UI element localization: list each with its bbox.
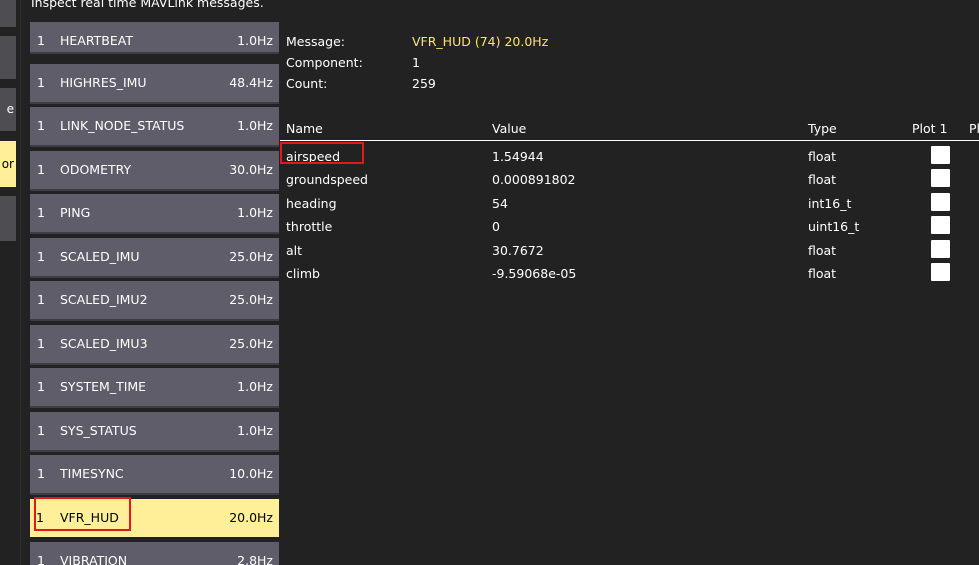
field-type: float <box>808 266 837 281</box>
message-name: VFR_HUD <box>60 510 119 525</box>
sidebar-button-2[interactable] <box>0 36 16 79</box>
message-component: 1 <box>37 466 45 481</box>
field-type: float <box>808 243 837 258</box>
message-item-scaled-imu2[interactable]: 1 SCALED_IMU2 25.0Hz <box>30 281 279 319</box>
message-rate: 10.0Hz <box>229 466 273 481</box>
message-item-vibration[interactable]: 1 VIBRATION 2.8Hz <box>30 542 279 565</box>
table-header-divider <box>280 140 979 141</box>
field-value: -9.59068e-05 <box>492 266 577 281</box>
field-value: 0 <box>492 219 500 234</box>
message-name: SYS_STATUS <box>60 423 137 438</box>
message-list: 1 HEARTBEAT 1.0Hz 1 HIGHRES_IMU 48.4Hz 1… <box>30 0 279 565</box>
message-name: ODOMETRY <box>60 162 132 177</box>
plot-1-checkbox[interactable] <box>931 240 950 258</box>
message-component: 1 <box>37 553 45 565</box>
message-label: Message: <box>286 34 345 49</box>
column-header-plot-1: Plot 1 <box>912 121 948 136</box>
message-component: 1 <box>37 118 45 133</box>
sidebar-button-mavlink-inspector[interactable]: or <box>0 141 16 187</box>
field-type: uint16_t <box>808 219 860 234</box>
message-value: VFR_HUD (74) 20.0Hz <box>412 34 549 49</box>
message-name: HIGHRES_IMU <box>60 75 147 90</box>
field-name: climb <box>286 266 320 281</box>
message-rate: 25.0Hz <box>229 292 273 307</box>
message-name: SYSTEM_TIME <box>60 379 147 394</box>
sidebar-button-5[interactable] <box>0 196 16 241</box>
message-item-vfr-hud[interactable]: 1 VFR_HUD 20.0Hz <box>30 499 279 537</box>
message-rate: 25.0Hz <box>229 336 273 351</box>
message-rate: 25.0Hz <box>229 249 273 264</box>
message-component: 1 <box>37 249 45 264</box>
message-rate: 1.0Hz <box>237 33 273 48</box>
field-value: 1.54944 <box>492 149 544 164</box>
sidebar-button-1[interactable] <box>0 0 16 27</box>
field-name: airspeed <box>286 149 341 164</box>
message-item-system-time[interactable]: 1 SYSTEM_TIME 1.0Hz <box>30 368 279 406</box>
column-header-value: Value <box>492 121 527 136</box>
field-value: 30.7672 <box>492 243 544 258</box>
count-label: Count: <box>286 76 328 91</box>
message-name: HEARTBEAT <box>60 33 133 48</box>
message-name: PING <box>60 205 91 220</box>
field-name: groundspeed <box>286 172 368 187</box>
message-component: 1 <box>37 33 45 48</box>
message-component: 1 <box>37 75 45 90</box>
message-item-sys-status[interactable]: 1 SYS_STATUS 1.0Hz <box>30 412 279 450</box>
message-detail-panel: Message: VFR_HUD (74) 20.0Hz Component: … <box>280 0 979 565</box>
message-rate: 48.4Hz <box>229 75 273 90</box>
column-header-name: Name <box>286 121 323 136</box>
message-rate: 1.0Hz <box>237 379 273 394</box>
column-header-type: Type <box>808 121 837 136</box>
message-name: VIBRATION <box>60 553 128 565</box>
plot-1-checkbox[interactable] <box>931 193 950 211</box>
sidebar-divider <box>20 0 21 565</box>
message-name: LINK_NODE_STATUS <box>60 118 185 133</box>
message-rate: 20.0Hz <box>229 510 273 525</box>
message-item-scaled-imu[interactable]: 1 SCALED_IMU 25.0Hz <box>30 238 279 276</box>
message-name: TIMESYNC <box>60 466 124 481</box>
count-value: 259 <box>412 76 436 91</box>
column-header-plot-2: Pl <box>969 121 979 136</box>
message-rate: 2.8Hz <box>237 553 273 565</box>
message-rate: 30.0Hz <box>229 162 273 177</box>
field-name: alt <box>286 243 303 258</box>
plot-1-checkbox[interactable] <box>931 146 950 164</box>
field-type: float <box>808 149 837 164</box>
component-value: 1 <box>412 55 420 70</box>
message-rate: 1.0Hz <box>237 118 273 133</box>
sidebar-button-3[interactable]: e <box>0 88 16 131</box>
plot-1-checkbox[interactable] <box>931 216 950 234</box>
sidebar: e or <box>0 0 17 565</box>
component-label: Component: <box>286 55 363 70</box>
message-rate: 1.0Hz <box>237 205 273 220</box>
plot-1-checkbox[interactable] <box>931 169 950 187</box>
message-item-link-node-status[interactable]: 1 LINK_NODE_STATUS 1.0Hz <box>30 107 279 145</box>
message-component: 1 <box>37 205 45 220</box>
message-component: 1 <box>37 379 45 394</box>
field-value: 0.000891802 <box>492 172 576 187</box>
message-component: 1 <box>37 162 45 177</box>
message-name: SCALED_IMU3 <box>60 336 148 351</box>
plot-1-checkbox[interactable] <box>931 263 950 281</box>
field-type: float <box>808 172 837 187</box>
message-item-ping[interactable]: 1 PING 1.0Hz <box>30 194 279 232</box>
field-name: heading <box>286 196 337 211</box>
message-component: 1 <box>36 510 44 525</box>
message-component: 1 <box>37 336 45 351</box>
message-rate: 1.0Hz <box>237 423 273 438</box>
message-name: SCALED_IMU2 <box>60 292 148 307</box>
message-item-highres-imu[interactable]: 1 HIGHRES_IMU 48.4Hz <box>30 64 279 102</box>
field-value: 54 <box>492 196 508 211</box>
message-component: 1 <box>37 292 45 307</box>
field-type: int16_t <box>808 196 852 211</box>
message-name: SCALED_IMU <box>60 249 140 264</box>
message-item-heartbeat[interactable]: 1 HEARTBEAT 1.0Hz <box>30 22 279 52</box>
message-item-timesync[interactable]: 1 TIMESYNC 10.0Hz <box>30 455 279 493</box>
message-component: 1 <box>37 423 45 438</box>
mavlink-inspector-page: e or Inspect real time MAVLink messages.… <box>0 0 979 565</box>
message-item-odometry[interactable]: 1 ODOMETRY 30.0Hz <box>30 151 279 189</box>
message-item-scaled-imu3[interactable]: 1 SCALED_IMU3 25.0Hz <box>30 325 279 363</box>
field-name: throttle <box>286 219 333 234</box>
